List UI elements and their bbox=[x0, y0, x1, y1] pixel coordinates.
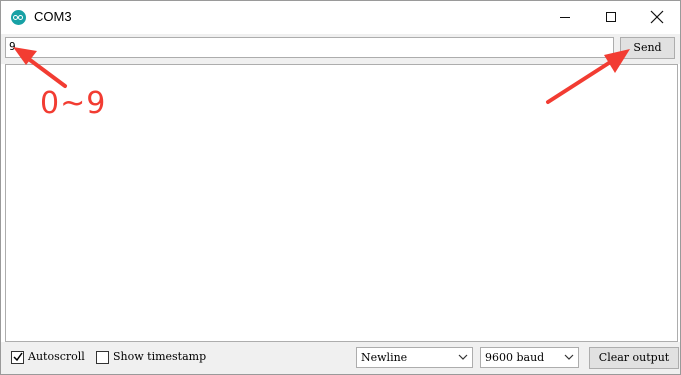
line-ending-select[interactable]: Newline bbox=[356, 347, 473, 368]
send-input[interactable]: 9 bbox=[5, 37, 614, 58]
minimize-button[interactable] bbox=[542, 1, 588, 34]
chevron-down-icon bbox=[458, 354, 468, 360]
line-ending-value: Newline bbox=[361, 351, 408, 364]
checkmark-icon bbox=[13, 352, 23, 362]
baud-rate-select[interactable]: 9600 baud bbox=[480, 347, 579, 368]
close-button[interactable] bbox=[634, 1, 680, 34]
arduino-icon bbox=[11, 10, 26, 25]
show-timestamp-checkbox[interactable] bbox=[96, 351, 109, 364]
clear-output-button[interactable]: Clear output bbox=[589, 347, 679, 369]
bottom-toolbar: Autoscroll Show timestamp Newline 9600 b… bbox=[1, 342, 680, 374]
title-bar[interactable]: COM3 bbox=[1, 1, 680, 34]
autoscroll-checkbox[interactable] bbox=[11, 351, 24, 364]
send-button[interactable]: Send bbox=[620, 37, 675, 59]
close-icon bbox=[650, 10, 664, 24]
baud-rate-value: 9600 baud bbox=[485, 351, 545, 364]
maximize-button[interactable] bbox=[588, 1, 634, 34]
chevron-down-icon bbox=[564, 354, 574, 360]
autoscroll-label: Autoscroll bbox=[28, 350, 85, 363]
range-annotation: 0~9 bbox=[40, 86, 107, 121]
show-timestamp-label: Show timestamp bbox=[113, 350, 207, 363]
send-row: 9 Send bbox=[1, 34, 680, 64]
minimize-icon bbox=[560, 17, 570, 18]
serial-monitor-window: COM3 9 Send Autoscroll Show timestamp Ne… bbox=[0, 0, 681, 375]
window-title: COM3 bbox=[34, 9, 72, 24]
maximize-icon bbox=[606, 12, 616, 22]
